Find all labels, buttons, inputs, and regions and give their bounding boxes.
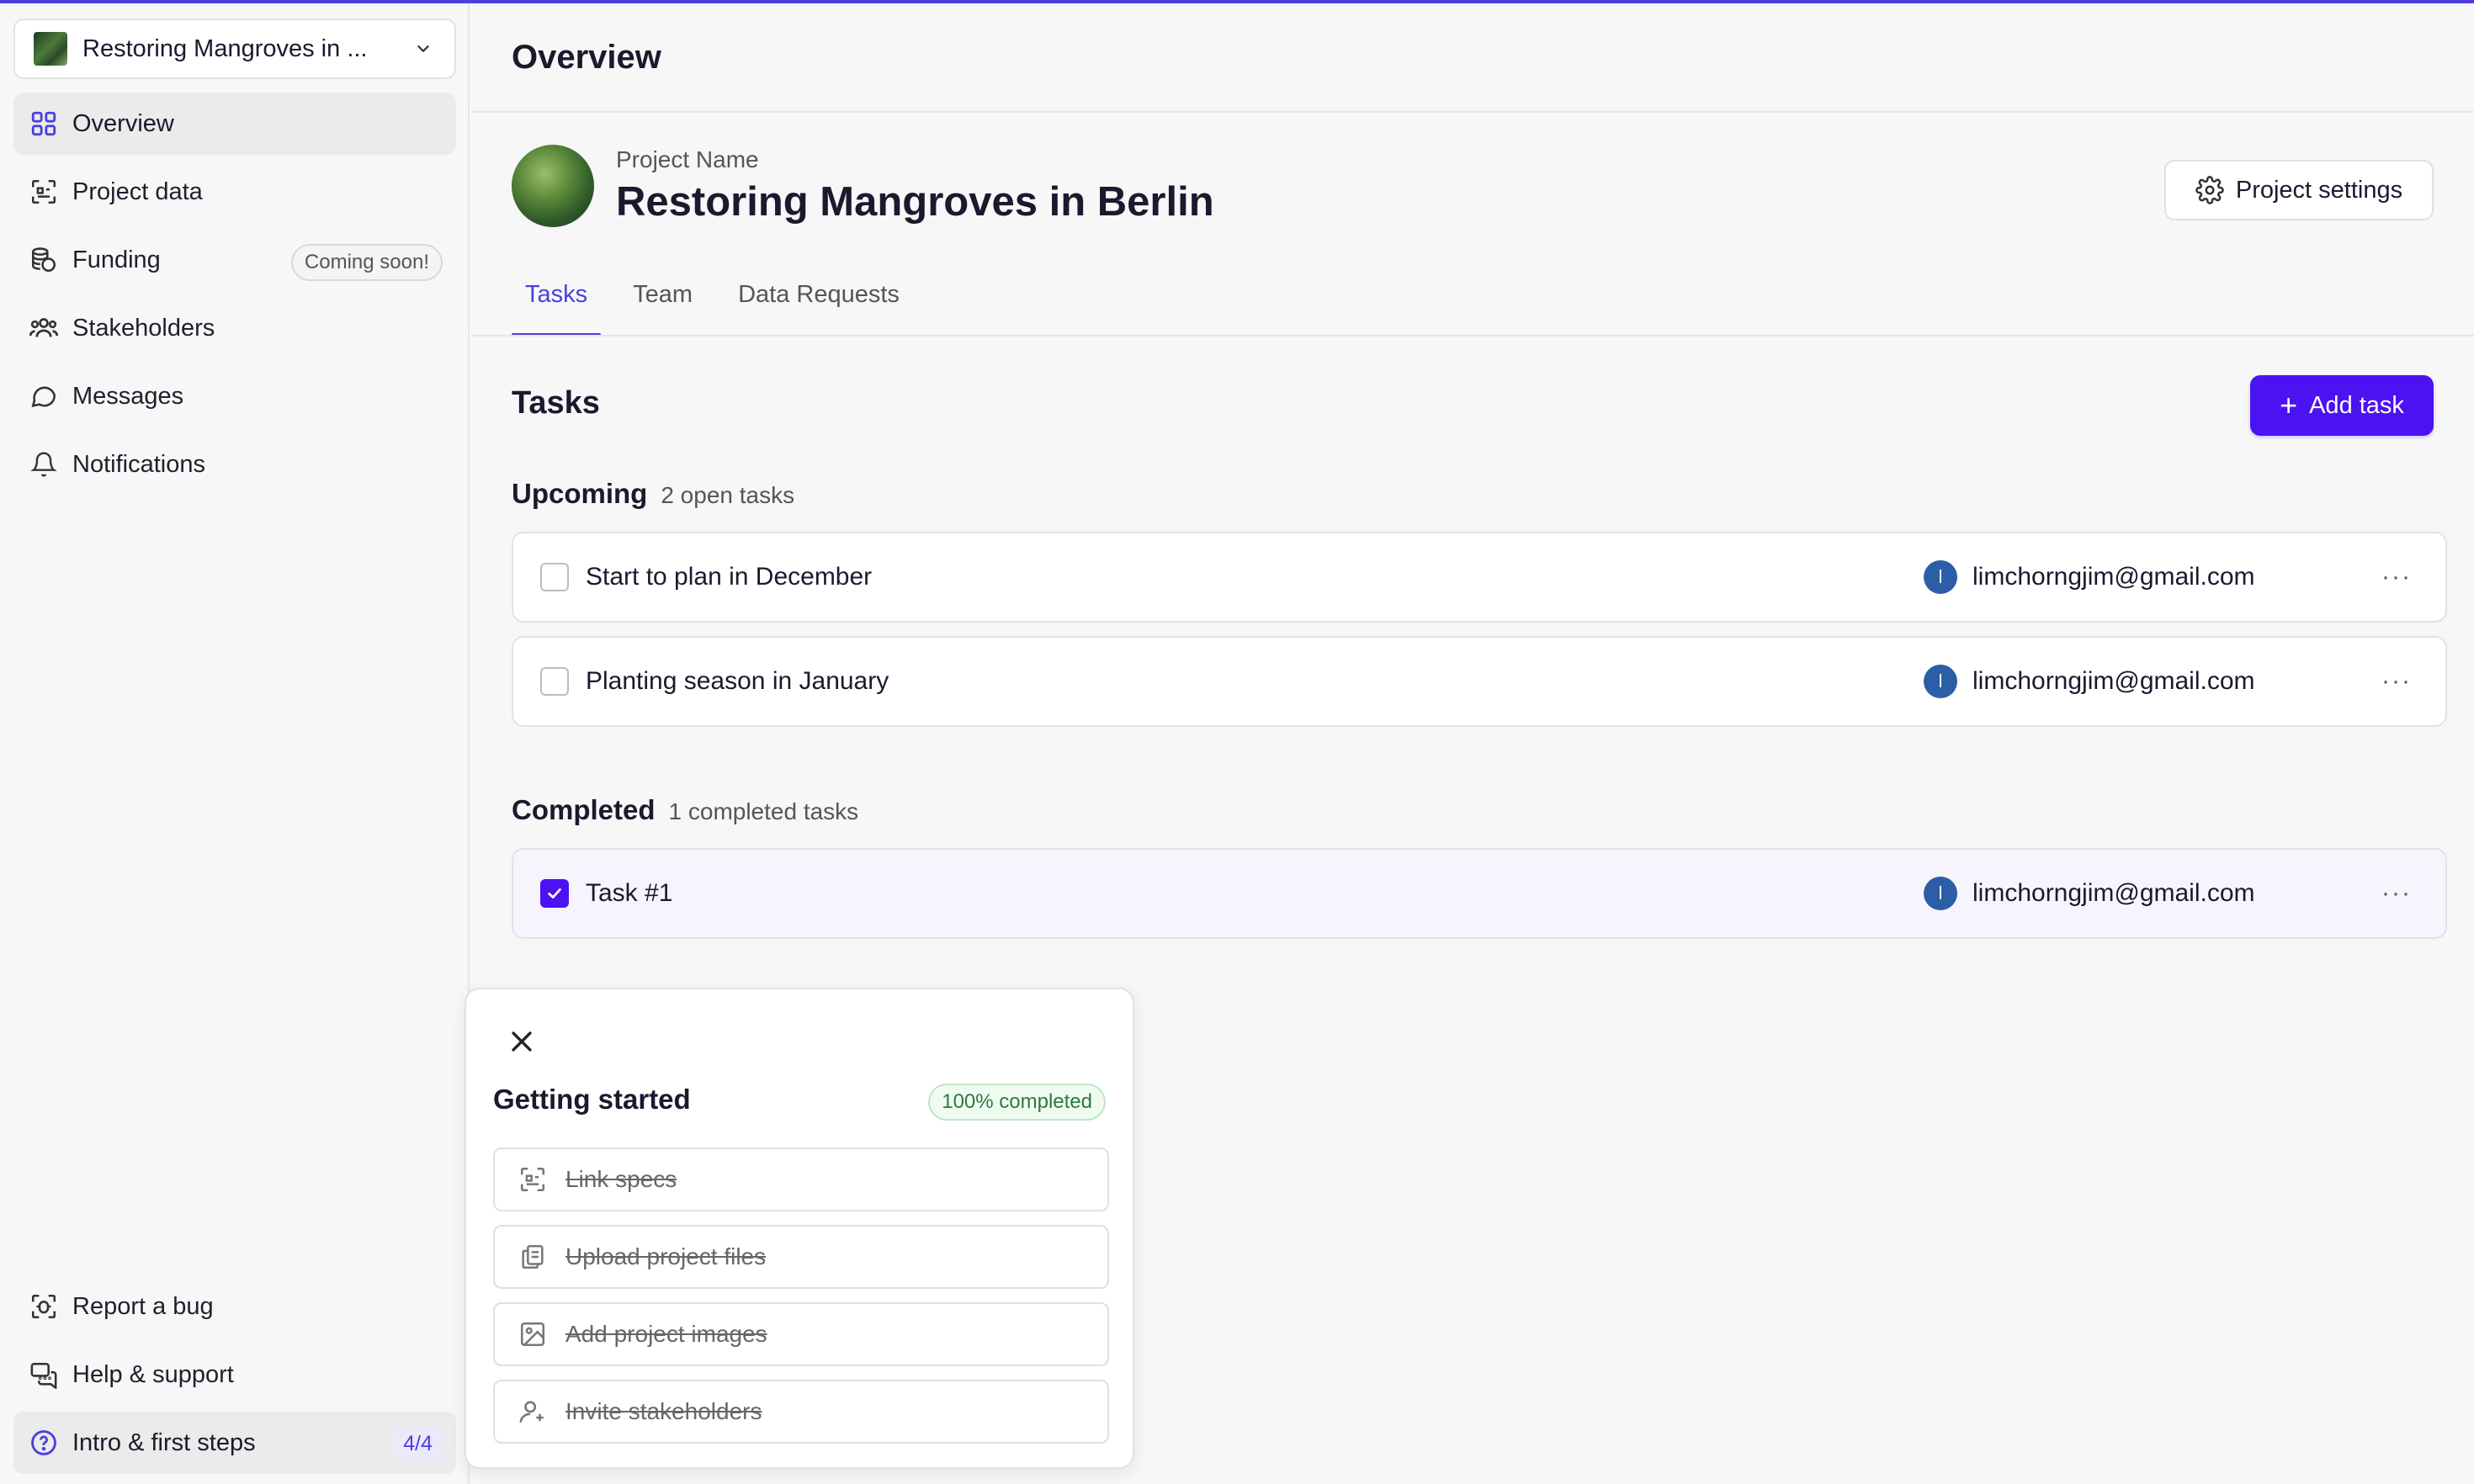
sidebar-item-label: Messages	[72, 382, 184, 410]
task-name: Planting season in January	[586, 667, 889, 695]
sidebar-nav: Overview Project data Funding Coming soo…	[13, 93, 456, 501]
sidebar-item-label: Report a bug	[72, 1292, 214, 1320]
getting-started-item-label: Upload project files	[565, 1243, 767, 1269]
project-name: Restoring Mangroves in Berlin	[616, 179, 1214, 225]
task-checkbox[interactable]	[540, 563, 569, 591]
sidebar-item-label: Overview	[72, 109, 174, 137]
chevron-down-icon	[411, 36, 436, 61]
avatar: l	[1924, 877, 1957, 910]
data-icon	[27, 175, 61, 209]
sidebar-item-messages[interactable]: Messages	[13, 365, 456, 427]
avatar: l	[1924, 665, 1957, 698]
project-name-label: Project Name	[616, 146, 759, 172]
sidebar-item-label: Funding	[72, 246, 161, 273]
chat-icon	[27, 1358, 61, 1391]
tasks-section-title: Tasks	[512, 385, 600, 421]
page-header: Overview	[471, 3, 2474, 113]
more-options-icon[interactable]: ···	[2381, 879, 2412, 908]
message-icon	[27, 379, 61, 413]
bug-icon	[27, 1290, 61, 1323]
sidebar-item-help-support[interactable]: Help & support	[13, 1344, 456, 1406]
page-title: Overview	[512, 38, 661, 76]
sidebar-item-label: Intro & first steps	[72, 1428, 256, 1456]
plus-icon: +	[2280, 388, 2298, 422]
project-settings-label: Project settings	[2235, 176, 2403, 204]
sidebar-item-funding[interactable]: Funding Coming soon!	[13, 229, 456, 291]
sidebar-item-label: Project data	[72, 178, 203, 205]
tab-bar: Tasks Team Data Requests	[512, 271, 932, 337]
sidebar-item-label: Help & support	[72, 1360, 234, 1388]
coming-soon-badge: Coming soon!	[290, 244, 443, 281]
more-options-icon[interactable]: ···	[2381, 563, 2412, 591]
question-icon	[27, 1426, 61, 1460]
grid-icon	[27, 107, 61, 140]
sidebar-item-report-bug[interactable]: Report a bug	[13, 1275, 456, 1338]
project-thumbnail	[34, 32, 67, 66]
task-row[interactable]: Planting season in January l limchorngji…	[512, 636, 2447, 727]
tab-tasks[interactable]: Tasks	[512, 271, 602, 337]
tab-divider	[471, 335, 2474, 337]
add-task-label: Add task	[2309, 391, 2404, 419]
image-icon	[517, 1318, 549, 1350]
gear-icon	[2195, 176, 2224, 204]
getting-started-item-add-images[interactable]: Add project images	[493, 1302, 1109, 1366]
task-checkbox[interactable]	[540, 667, 569, 696]
close-icon[interactable]	[505, 1025, 539, 1058]
assignee-email: limchorngjim@gmail.com	[1972, 563, 2255, 591]
sidebar-item-label: Notifications	[72, 450, 205, 478]
completed-title: Completed	[512, 794, 656, 825]
sidebar-item-overview[interactable]: Overview	[13, 93, 456, 155]
coins-icon	[27, 243, 61, 277]
sidebar: Restoring Mangroves in ... Overview Proj…	[0, 3, 470, 1484]
sidebar-item-stakeholders[interactable]: Stakeholders	[13, 297, 456, 359]
sidebar-item-project-data[interactable]: Project data	[13, 161, 456, 223]
project-selector[interactable]: Restoring Mangroves in ...	[13, 19, 456, 79]
tab-team[interactable]: Team	[619, 271, 706, 337]
progress-count-badge: 4/4	[393, 1427, 443, 1461]
assignee-email: limchorngjim@gmail.com	[1972, 879, 2255, 907]
sidebar-item-intro-first-steps[interactable]: Intro & first steps 4/4	[13, 1412, 456, 1474]
task-assignee: l limchorngjim@gmail.com	[1924, 877, 2255, 910]
getting-started-item-label: Add project images	[565, 1321, 767, 1347]
upcoming-group-header: Upcoming 2 open tasks	[512, 478, 794, 510]
bell-icon	[27, 448, 61, 481]
task-name: Start to plan in December	[586, 563, 873, 591]
completed-group-header: Completed 1 completed tasks	[512, 794, 858, 826]
project-selector-label: Restoring Mangroves in ...	[82, 34, 368, 62]
completion-badge: 100% completed	[928, 1084, 1106, 1121]
getting-started-item-link-specs[interactable]: Link specs	[493, 1147, 1109, 1211]
check-icon	[548, 888, 561, 898]
users-icon	[27, 311, 61, 345]
task-checkbox[interactable]	[540, 879, 569, 908]
task-assignee: l limchorngjim@gmail.com	[1924, 560, 2255, 594]
more-options-icon[interactable]: ···	[2381, 667, 2412, 696]
getting-started-item-label: Link specs	[565, 1166, 677, 1192]
task-row[interactable]: Task #1 l limchorngjim@gmail.com ···	[512, 848, 2447, 939]
tab-data-requests[interactable]: Data Requests	[725, 271, 913, 337]
sidebar-bottom-nav: Report a bug Help & support Intro & firs…	[13, 1275, 456, 1480]
task-name: Task #1	[586, 879, 673, 907]
assignee-email: limchorngjim@gmail.com	[1972, 667, 2255, 695]
getting-started-item-invite-stakeholders[interactable]: Invite stakeholders	[493, 1380, 1109, 1444]
project-settings-button[interactable]: Project settings	[2164, 160, 2434, 220]
link-specs-icon	[517, 1163, 549, 1195]
sidebar-item-notifications[interactable]: Notifications	[13, 433, 456, 496]
project-header: Project Name Restoring Mangroves in Berl…	[512, 145, 1214, 227]
files-icon	[517, 1241, 549, 1273]
getting-started-item-upload-files[interactable]: Upload project files	[493, 1225, 1109, 1289]
project-avatar	[512, 145, 594, 227]
getting-started-item-label: Invite stakeholders	[565, 1398, 762, 1424]
upcoming-title: Upcoming	[512, 478, 648, 509]
sidebar-item-label: Stakeholders	[72, 314, 215, 342]
upcoming-count: 2 open tasks	[661, 482, 795, 508]
user-plus-icon	[517, 1396, 549, 1428]
add-task-button[interactable]: + Add task	[2250, 375, 2434, 436]
task-assignee: l limchorngjim@gmail.com	[1924, 665, 2255, 698]
task-row[interactable]: Start to plan in December l limchorngjim…	[512, 532, 2447, 623]
getting-started-title: Getting started	[493, 1084, 691, 1115]
completed-count: 1 completed tasks	[668, 798, 859, 824]
avatar: l	[1924, 560, 1957, 594]
getting-started-panel: Getting started 100% completed Link spec…	[465, 988, 1134, 1469]
